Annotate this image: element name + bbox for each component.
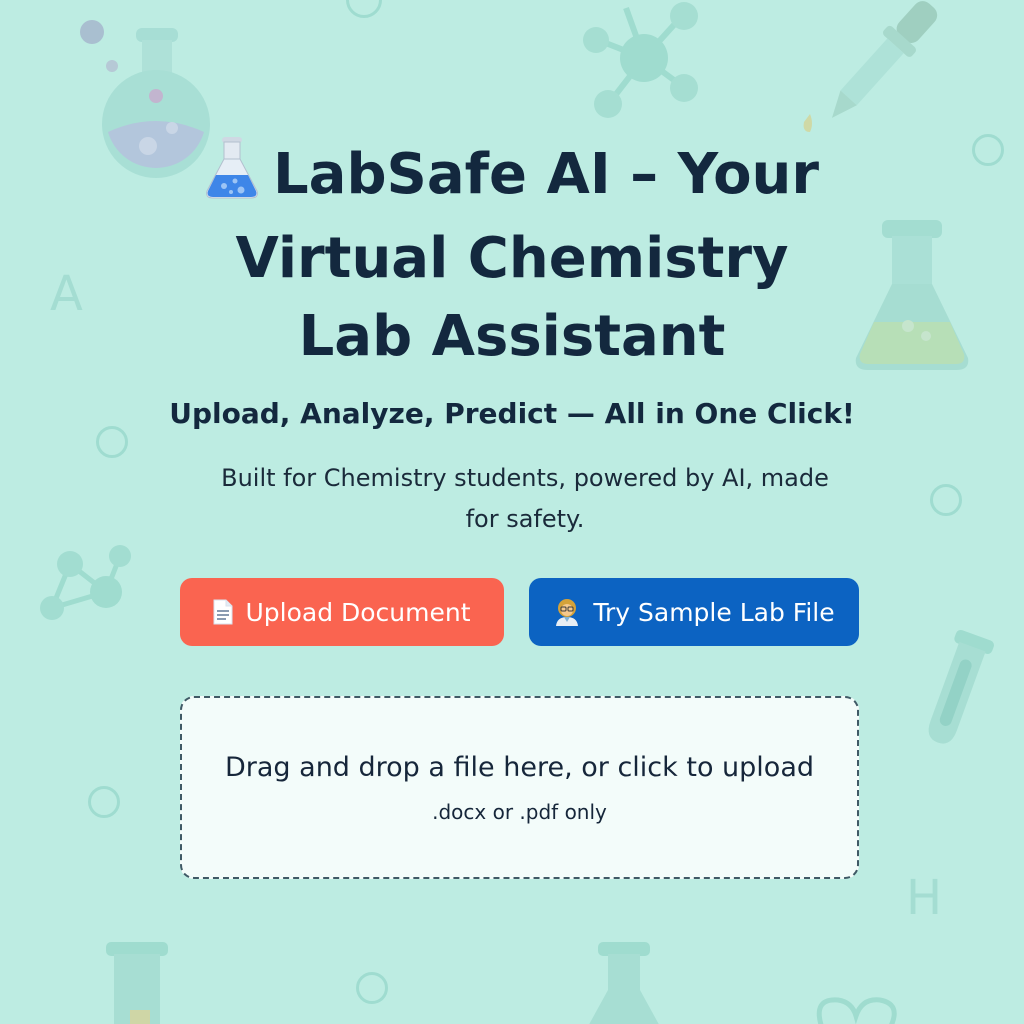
molecule-decoration-icon <box>36 542 136 628</box>
landing-page: A H LabSafe AI – Your Virtual Chemistry … <box>0 0 1024 1024</box>
document-icon <box>213 599 233 625</box>
title-line-3: Lab Assistant <box>298 304 726 369</box>
test-tube-decoration-icon <box>906 626 996 756</box>
page-title: LabSafe AI – Your Virtual Chemistry Lab … <box>112 136 912 376</box>
title-line-2: Virtual Chemistry <box>235 226 789 291</box>
upload-document-label: Upload Document <box>245 597 471 627</box>
ring-decoration <box>356 972 388 1004</box>
bubble-decoration <box>80 20 104 44</box>
title-line-1: LabSafe AI – Your <box>112 136 912 220</box>
file-dropzone[interactable]: Drag and drop a file here, or click to u… <box>180 696 859 879</box>
ring-decoration <box>930 484 962 516</box>
page-subtitle: Upload, Analyze, Predict — All in One Cl… <box>169 397 855 430</box>
dropzone-message: Drag and drop a file here, or click to u… <box>224 752 815 783</box>
scientist-icon <box>553 598 581 626</box>
flask-decoration-icon <box>586 940 666 1024</box>
ring-decoration <box>972 134 1004 166</box>
ring-decoration <box>346 0 382 18</box>
title-text-1: LabSafe AI – Your <box>272 142 820 207</box>
dropzone-file-types-hint: .docx or .pdf only <box>432 800 607 824</box>
molecule-decoration-icon <box>578 2 702 120</box>
try-sample-lab-file-label: Try Sample Lab File <box>593 597 835 627</box>
beaker-decoration-icon <box>104 940 174 1024</box>
flask-icon <box>205 137 259 220</box>
bubble-decoration <box>106 60 118 72</box>
upload-document-button[interactable]: Upload Document <box>180 578 504 646</box>
try-sample-lab-file-button[interactable]: Try Sample Lab File <box>529 578 859 646</box>
dropper-decoration-icon <box>796 0 946 156</box>
tagline: Built for Chemistry students, powered by… <box>221 464 829 533</box>
heart-decoration-icon <box>812 992 902 1024</box>
ring-decoration <box>88 786 120 818</box>
letter-a-decoration: A <box>50 266 83 322</box>
letter-h-decoration: H <box>906 870 943 926</box>
